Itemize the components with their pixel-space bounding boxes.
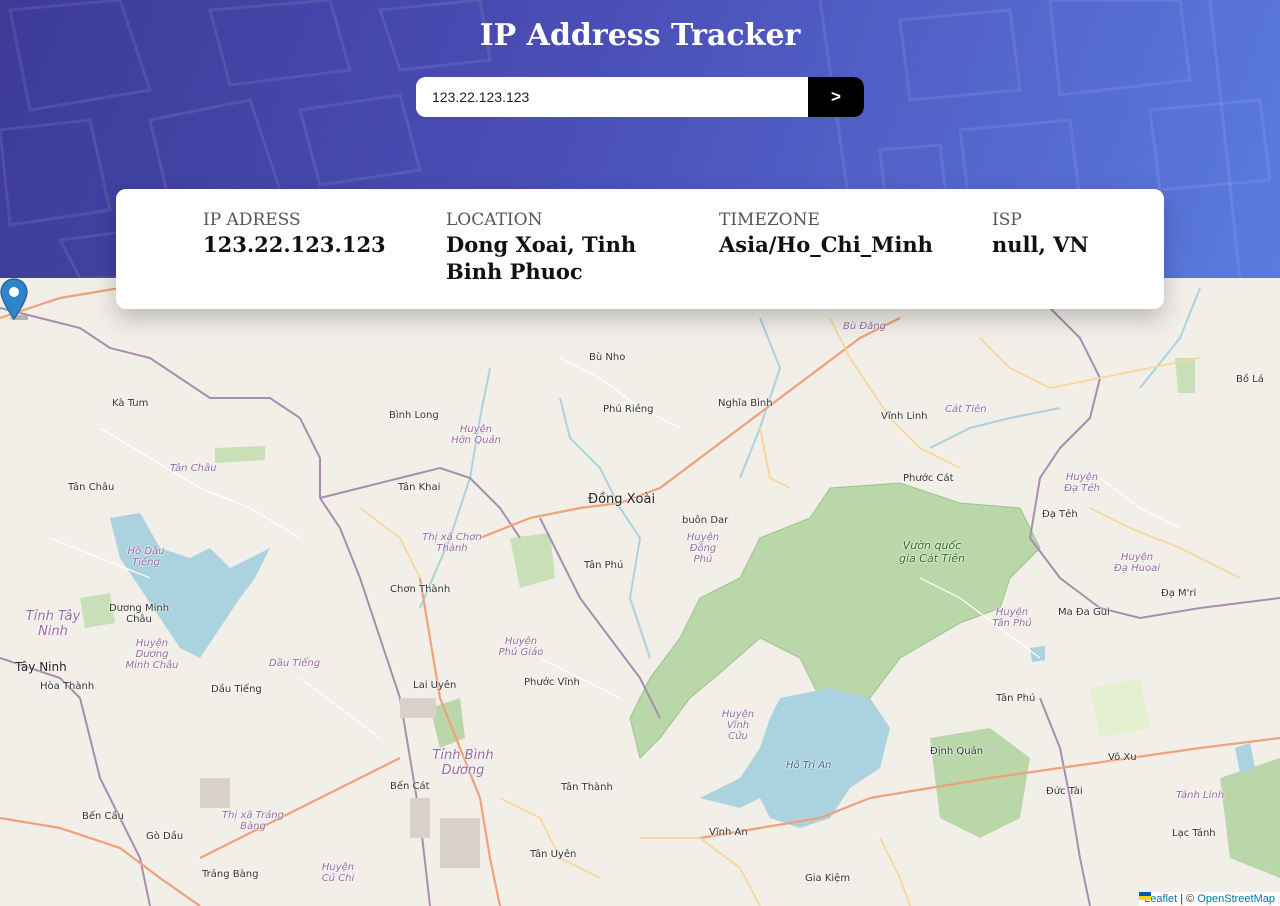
map-label-huyen-dong-phu: Huyện Đồng Phú <box>686 532 720 565</box>
map-label-huyen-tan-phu: Huyện Tân Phú <box>992 607 1032 629</box>
map-label-huyen-hon-quan: Huyện Hớn Quản <box>451 424 501 446</box>
ip-address-label: IP ADRESS <box>203 210 301 230</box>
map-label-phuoc-vinh: Phước Vĩnh <box>524 677 580 688</box>
location-block: LOCATION Dong Xoai, Tinh Binh Phuoc <box>446 210 656 285</box>
map-label-huyen-da-huoai: Huyện Đạ Huoai <box>1114 552 1160 574</box>
map-label-ben-cat: Bến Cát <box>390 781 430 792</box>
map-label-tan-phu-2: Tân Phú <box>996 693 1036 704</box>
map-label-tan-thanh: Tân Thành <box>561 782 613 793</box>
map-label-tx-chon-thanh: Thị xã Chơn Thành <box>422 532 482 554</box>
map-label-dinh-quan: Định Quán <box>930 746 984 757</box>
ip-address-block: IP ADRESS 123.22.123.123 <box>203 210 386 258</box>
map-label-phu-rieng: Phú Riềng <box>603 404 654 415</box>
map-label-ben-cau: Bến Cầu <box>82 811 124 822</box>
map-label-dau-tieng-district: Dầu Tiếng <box>269 658 321 669</box>
map-label-duc-tai: Đức Tài <box>1046 786 1083 797</box>
map-label-da-teh: Đạ Tẻh <box>1042 509 1078 520</box>
map-label-dau-tieng: Dầu Tiếng <box>211 684 262 695</box>
map-label-tan-khai: Tân Khai <box>398 482 441 493</box>
map-label-bo-la: Bồ Lá <box>1236 374 1264 385</box>
map-label-ka-tum: Kà Tum <box>112 398 149 409</box>
map-label-dong-xoai: Đồng Xoài <box>588 492 656 507</box>
map-container[interactable]: Đồng Xoài Bù Nho Phú Riềng Nghĩa Bình Vĩ… <box>0 278 1280 906</box>
search-submit-button[interactable]: > <box>808 77 864 117</box>
map-label-ho-tri-an: Hồ Trị An <box>786 760 832 771</box>
map-label-lac-tanh: Lạc Tánh <box>1172 828 1216 839</box>
map-label-ma-da-guoi: Ma Đa Gui <box>1058 607 1110 618</box>
map-label-tan-phu: Tân Phú <box>584 560 624 571</box>
page-title: IP Address Tracker <box>479 18 801 53</box>
ip-address-value: 123.22.123.123 <box>203 232 386 257</box>
map-label-tx-trang-bang: Thị xã Trảng Bàng <box>222 810 284 832</box>
timezone-label: TIMEZONE <box>719 210 820 230</box>
map-label-huyen-duong-minh-chau: Huyện Dương Minh Châu <box>125 638 179 671</box>
location-label: LOCATION <box>446 210 543 230</box>
map-pin-icon[interactable] <box>0 278 28 320</box>
map-label-chon-thanh: Chơn Thành <box>390 584 451 595</box>
map-label-huyen-phu-giao: Huyện Phú Giáo <box>498 636 544 658</box>
map-label-huyen-da-teh: Huyện Đạ Tẻh <box>1064 472 1100 494</box>
map-label-bu-dang: Bù Đăng <box>843 321 886 332</box>
ip-search-input[interactable] <box>416 77 808 117</box>
timezone-block: TIMEZONE Asia/Ho_Chi_Minh <box>719 210 933 258</box>
map-label-tanh-linh: Tánh Linh <box>1176 790 1225 801</box>
map-label-tan-uyen: Tân Uyên <box>530 849 577 860</box>
map-label-cat-tien: Cát Tiên <box>945 404 987 415</box>
map-label-ho-dau-tieng: Hồ Dầu Tiếng <box>127 546 165 568</box>
map-label-tan-chau: Tân Châu <box>68 482 115 493</box>
map-label-huyen-vinh-cuu: Huyện Vĩnh Cửu <box>721 709 755 742</box>
map-label-tay-ninh: Tây Ninh <box>15 660 67 674</box>
map-label-trang-bang: Trảng Bàng <box>202 869 259 880</box>
map-label-phuoc-cat: Phước Cát <box>903 473 954 484</box>
map-label-vinh-linh: Vĩnh Linh <box>881 411 928 422</box>
map-label-tinh-binh-duong: Tỉnh Bình Dương <box>432 748 494 778</box>
map-label-binh-long: Bình Long <box>389 410 439 421</box>
map-label-vinh-an: Vĩnh An <box>709 827 748 838</box>
location-value: Dong Xoai, Tinh Binh Phuoc <box>446 232 637 284</box>
isp-label: ISP <box>992 210 1022 230</box>
isp-value: null, VN <box>992 232 1089 257</box>
map-label-nghia-binh: Nghĩa Bình <box>718 398 773 409</box>
ip-info-card: IP ADRESS 123.22.123.123 LOCATION Dong X… <box>116 189 1164 309</box>
map-label-tan-chau-district: Tân Châu <box>170 463 217 474</box>
map-label-lai-uyen: Lai Uyên <box>413 680 457 691</box>
map-label-vo-xu: Võ Xu <box>1108 752 1137 763</box>
map-attribution: Leaflet | © OpenStreetMap <box>1139 892 1280 906</box>
map-label-buon-dar: buôn Dar <box>682 515 729 526</box>
map-tiles <box>0 278 1280 906</box>
ukraine-flag-icon <box>1139 892 1152 900</box>
attribution-separator: | © <box>1177 893 1198 905</box>
openstreetmap-link[interactable]: OpenStreetMap <box>1197 893 1275 905</box>
map-label-gia-kiem: Gia Kiệm <box>805 873 851 884</box>
map-label-tinh-tay-ninh: Tỉnh Tây Ninh <box>25 609 81 639</box>
map-label-go-dau: Gò Dầu <box>146 831 184 842</box>
map-label-vuon-quoc-gia: Vườn quốc gia Cát Tiên <box>898 539 966 565</box>
map-label-bu-nho: Bù Nho <box>589 352 626 363</box>
isp-block: ISP null, VN <box>992 210 1089 258</box>
map-label-huyen-cu-chi: Huyện Củ Chi <box>321 862 355 884</box>
timezone-value: Asia/Ho_Chi_Minh <box>719 232 933 257</box>
map-label-da-mri: Đạ M'ri <box>1161 588 1197 599</box>
map-label-duong-minh-chau: Dương Minh Châu <box>108 603 170 625</box>
map-label-hoa-thanh: Hòa Thành <box>40 681 95 692</box>
search-form: > <box>416 77 864 117</box>
